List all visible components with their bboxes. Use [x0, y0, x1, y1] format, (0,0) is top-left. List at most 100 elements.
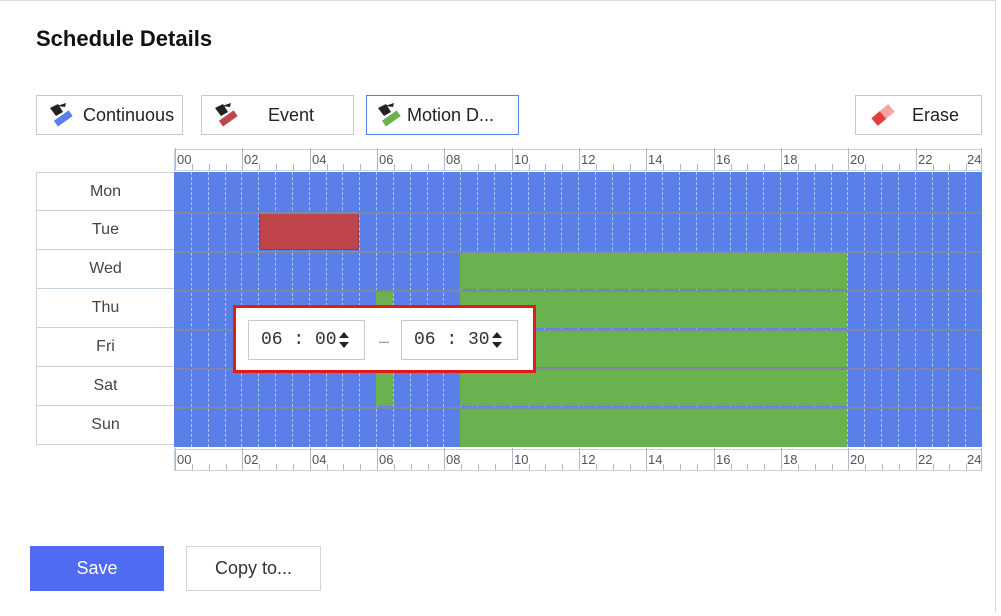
hour-label: 24 — [967, 152, 982, 167]
erase-button[interactable]: Erase — [855, 95, 982, 135]
scale-tick — [310, 148, 311, 170]
scale-tick — [529, 464, 530, 470]
save-button[interactable]: Save — [30, 546, 164, 591]
scale-tick — [242, 148, 243, 170]
scale-tick — [815, 464, 816, 470]
scale-tick — [714, 148, 715, 170]
scale-tick — [697, 164, 698, 170]
scale-tick — [933, 164, 934, 170]
day-label-thu: Thu — [36, 289, 175, 328]
scale-tick — [663, 464, 664, 470]
scale-tick — [949, 164, 950, 170]
hour-label: 20 — [850, 152, 865, 167]
copy-to-button[interactable]: Copy to... — [186, 546, 321, 591]
scale-tick — [394, 464, 395, 470]
scale-tick — [377, 148, 378, 170]
end-time-value: 06 : 30 — [414, 330, 490, 350]
time-range-popup: 06 : 00 – 06 : 30 — [233, 305, 536, 373]
scale-tick — [192, 164, 193, 170]
hour-label: 02 — [244, 452, 259, 467]
scale-tick — [613, 464, 614, 470]
scale-tick — [343, 464, 344, 470]
hour-label: 22 — [918, 452, 933, 467]
scale-tick — [529, 164, 530, 170]
scale-tick — [747, 164, 748, 170]
hour-label: 22 — [918, 152, 933, 167]
hour-label: 12 — [581, 152, 596, 167]
eraser-icon — [871, 104, 895, 126]
scale-tick — [663, 164, 664, 170]
spinner-icon[interactable] — [338, 330, 350, 350]
scale-tick — [882, 464, 883, 470]
scale-tick — [259, 164, 260, 170]
spinner-icon[interactable] — [491, 330, 503, 350]
hour-label: 18 — [783, 152, 798, 167]
scale-tick — [714, 448, 715, 470]
scale-tick — [545, 464, 546, 470]
scale-tick — [899, 464, 900, 470]
hour-label: 08 — [446, 152, 461, 167]
motion-block-wed[interactable] — [460, 252, 847, 289]
motion-block-sat[interactable] — [460, 369, 847, 406]
scale-tick — [832, 464, 833, 470]
hour-label: 02 — [244, 152, 259, 167]
scale-tick — [630, 164, 631, 170]
scale-tick — [596, 164, 597, 170]
scale-tick — [579, 148, 580, 170]
scale-tick — [545, 164, 546, 170]
scale-tick — [781, 448, 782, 470]
scale-tick — [697, 464, 698, 470]
event-block-tue[interactable] — [259, 213, 359, 250]
scale-tick — [411, 464, 412, 470]
scale-tick — [798, 464, 799, 470]
scale-tick — [731, 464, 732, 470]
motion-detection-button[interactable]: Motion D... — [366, 95, 519, 135]
scale-tick — [916, 448, 917, 470]
scale-tick — [596, 464, 597, 470]
day-row-separator — [174, 407, 982, 409]
day-label-fri: Fri — [36, 328, 175, 367]
scale-tick — [192, 464, 193, 470]
hour-label: 10 — [514, 152, 529, 167]
scale-tick — [209, 464, 210, 470]
scale-tick — [377, 448, 378, 470]
scale-tick — [916, 148, 917, 170]
scale-tick — [242, 448, 243, 470]
scale-tick — [461, 164, 462, 170]
scale-tick — [226, 464, 227, 470]
scale-tick — [293, 164, 294, 170]
time-scale-top: 00 02 04 06 08 10 12 14 16 18 20 22 24 — [174, 148, 982, 171]
scale-tick — [276, 464, 277, 470]
scale-tick — [461, 464, 462, 470]
continuous-button[interactable]: Continuous — [36, 95, 183, 135]
hour-label: 06 — [379, 152, 394, 167]
start-time-input[interactable]: 06 : 00 — [248, 320, 365, 360]
scale-tick — [343, 164, 344, 170]
start-time-value: 06 : 00 — [261, 330, 337, 350]
scale-tick — [646, 148, 647, 170]
scale-tick — [848, 448, 849, 470]
scale-tick — [680, 464, 681, 470]
scale-tick — [495, 164, 496, 170]
scale-tick — [327, 464, 328, 470]
scale-tick — [747, 464, 748, 470]
scale-tick — [226, 164, 227, 170]
end-time-input[interactable]: 06 : 30 — [401, 320, 518, 360]
day-label-wed: Wed — [36, 250, 175, 289]
scale-tick — [562, 164, 563, 170]
page-title: Schedule Details — [36, 26, 213, 51]
motion-block-sun[interactable] — [460, 408, 847, 447]
motion-block-sat-0600[interactable] — [376, 369, 393, 406]
hour-label: 08 — [446, 452, 461, 467]
hour-label: 18 — [783, 452, 798, 467]
scale-tick — [512, 148, 513, 170]
hour-label: 14 — [648, 452, 663, 467]
hour-label: 14 — [648, 152, 663, 167]
scale-tick — [276, 164, 277, 170]
range-separator: – — [379, 331, 390, 351]
hour-label: 12 — [581, 452, 596, 467]
scale-tick — [848, 148, 849, 170]
scale-tick — [933, 464, 934, 470]
scale-tick — [360, 164, 361, 170]
event-button[interactable]: Event — [201, 95, 354, 135]
